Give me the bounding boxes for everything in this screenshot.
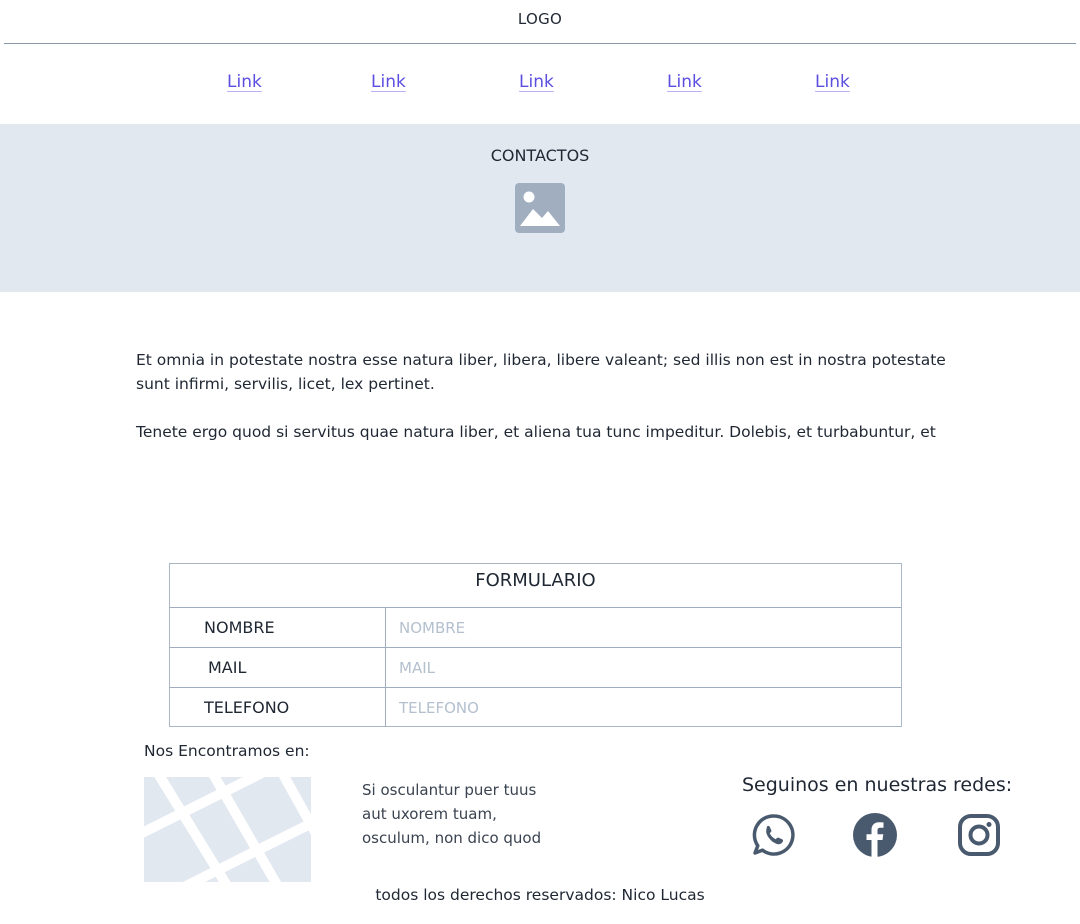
contact-form: FORMULARIO NOMBRE MAIL TELEFONO: [169, 563, 902, 727]
address-block: Si osculantur puer tuus aut uxorem tuam,…: [362, 778, 582, 850]
hero-title: CONTACTOS: [490, 146, 590, 165]
logo: LOGO: [517, 10, 563, 28]
map-icon: [144, 777, 311, 882]
map-thumbnail[interactable]: [144, 777, 311, 882]
facebook-icon[interactable]: [852, 812, 898, 858]
header-divider: [4, 43, 1076, 44]
whatsapp-icon[interactable]: [751, 812, 797, 858]
mail-input[interactable]: [385, 648, 902, 687]
form-row-mail: MAIL: [170, 647, 902, 687]
nav-link-5[interactable]: Link: [815, 72, 850, 92]
nombre-input[interactable]: [385, 608, 902, 647]
find-us-label: Nos Encontramos en:: [144, 742, 310, 760]
address-line: Si osculantur puer tuus: [362, 781, 537, 799]
nav-link-3[interactable]: Link: [519, 72, 554, 92]
address-line: aut uxorem tuam,: [362, 805, 497, 823]
image-placeholder-icon: [515, 183, 565, 233]
form-row-nombre: NOMBRE: [170, 607, 902, 647]
copyright: todos los derechos reservados: Nico Luca…: [375, 886, 705, 904]
nombre-label: NOMBRE: [204, 618, 275, 637]
telefono-label: TELEFONO: [204, 698, 290, 717]
instagram-icon[interactable]: [956, 812, 1002, 858]
nav-link-1[interactable]: Link: [227, 72, 262, 92]
form-title: FORMULARIO: [475, 570, 596, 591]
social-title: Seguinos en nuestras redes:: [742, 774, 1013, 796]
main-nav: Link Link Link Link Link: [0, 72, 1080, 98]
telefono-input[interactable]: [385, 688, 902, 727]
content-paragraph-2: Tenete ergo quod si servitus quae natura…: [136, 423, 936, 441]
nav-link-4[interactable]: Link: [667, 72, 702, 92]
content-paragraph-1: Et omnia in potestate nostra esse natura…: [136, 351, 946, 393]
form-row-telefono: TELEFONO: [170, 687, 902, 727]
mail-label: MAIL: [208, 658, 247, 677]
address-line: osculum, non dico quod: [362, 829, 542, 847]
nav-link-2[interactable]: Link: [371, 72, 406, 92]
